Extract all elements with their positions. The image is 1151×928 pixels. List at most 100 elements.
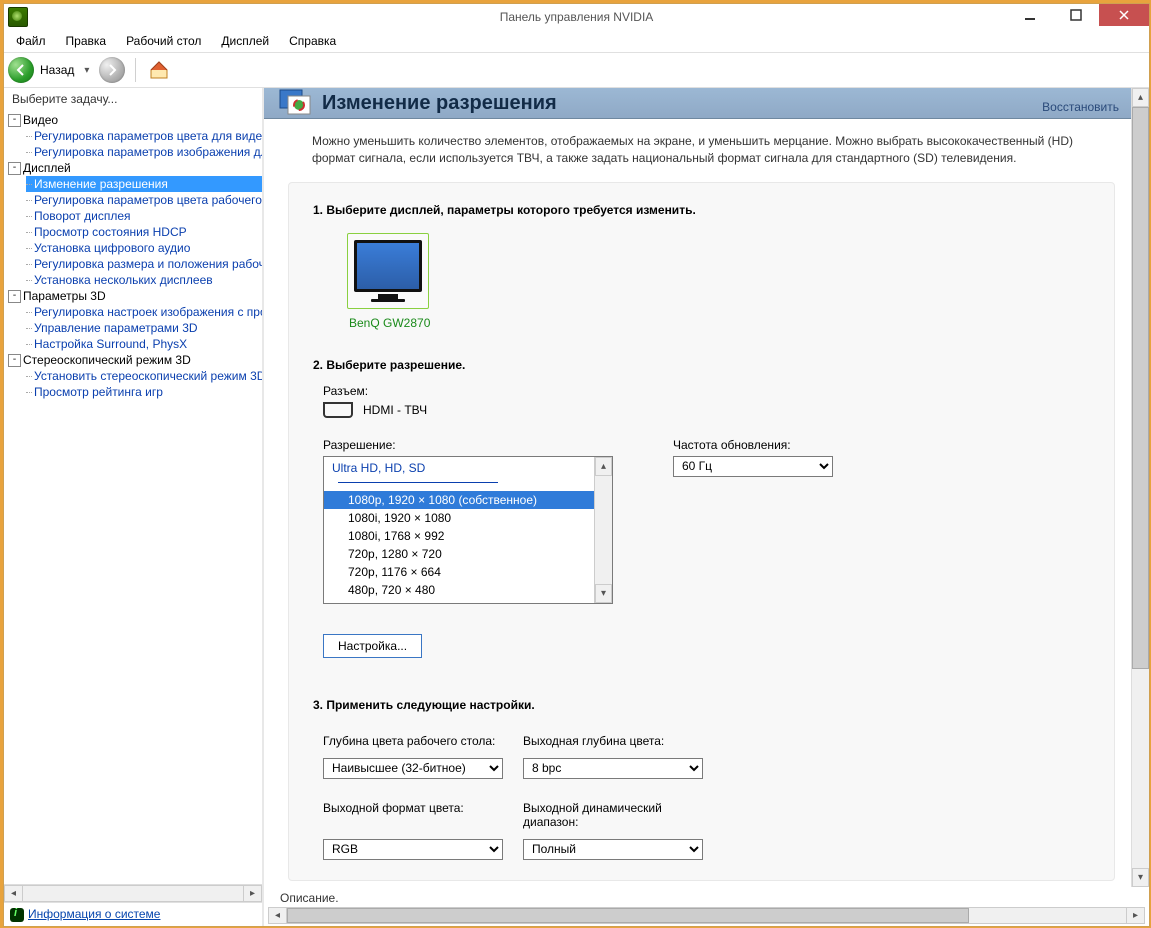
scroll-thumb[interactable] (1132, 107, 1149, 669)
close-button[interactable] (1099, 4, 1149, 26)
display-name: BenQ GW2870 (349, 316, 1090, 330)
restore-link[interactable]: Восстановить (1042, 100, 1119, 114)
menu-help[interactable]: Справка (285, 32, 340, 50)
tree-item-change-resolution[interactable]: Изменение разрешения (26, 176, 262, 192)
dyn-range-select[interactable]: Полный (523, 839, 703, 860)
tree-item[interactable]: Просмотр рейтинга игр (26, 384, 262, 400)
scroll-track[interactable] (23, 885, 243, 902)
window-title: Панель управления NVIDIA (4, 10, 1149, 24)
tree-hscrollbar[interactable]: ◂ ▸ (4, 884, 262, 902)
toolbar-separator (135, 58, 136, 82)
settings-panel: 1. Выберите дисплей, параметры которого … (288, 182, 1115, 881)
tree-item[interactable]: Установить стереоскопический режим 3D (26, 368, 262, 384)
content-vscrollbar[interactable]: ▴ ▾ (1131, 88, 1149, 887)
home-button[interactable] (146, 57, 172, 83)
scroll-right-icon[interactable]: ▸ (243, 885, 262, 902)
scroll-down-icon[interactable]: ▾ (1132, 868, 1149, 887)
menubar: Файл Правка Рабочий стол Дисплей Справка (4, 30, 1149, 53)
info-icon (10, 908, 24, 922)
menu-edit[interactable]: Правка (62, 32, 111, 50)
tree-item[interactable]: Поворот дисплея (26, 208, 262, 224)
back-label: Назад (40, 63, 74, 77)
tree-item[interactable]: Установка нескольких дисплеев (26, 272, 262, 288)
step2-title: 2. Выберите разрешение. (313, 358, 1090, 372)
scroll-right-icon[interactable]: ▸ (1126, 907, 1145, 924)
step1-title: 1. Выберите дисплей, параметры которого … (313, 203, 1090, 217)
resolution-option[interactable]: 480p, 720 × 480 (324, 581, 594, 599)
tree-item[interactable]: Регулировка параметров изображения для в… (26, 144, 262, 160)
description-section-label: Описание. (264, 887, 1149, 907)
menu-desktop[interactable]: Рабочий стол (122, 32, 205, 50)
color-depth-label: Глубина цвета рабочего стола: (323, 734, 503, 748)
menu-display[interactable]: Дисплей (217, 32, 273, 50)
scroll-up-icon[interactable]: ▴ (1132, 88, 1149, 107)
task-tree-title: Выберите задачу... (4, 88, 262, 110)
tree-cat-video[interactable]: Видео (23, 113, 58, 127)
refresh-rate-select[interactable]: 60 Гц (673, 456, 833, 477)
task-tree-panel: Выберите задачу... -Видео Регулировка па… (4, 88, 264, 926)
minimize-button[interactable] (1007, 4, 1053, 26)
monitor-icon (354, 240, 422, 292)
resolution-group-header: PC (324, 599, 594, 603)
page-header: Изменение разрешения Восстановить (264, 88, 1131, 119)
color-depth-select[interactable]: Наивысшее (32-битное) (323, 758, 503, 779)
resolution-group-header: Ultra HD, HD, SD (324, 457, 594, 491)
menu-file[interactable]: Файл (12, 32, 50, 50)
toolbar: Назад ▾ (4, 53, 1149, 88)
scroll-thumb[interactable] (287, 908, 969, 923)
output-depth-select[interactable]: 8 bpc (523, 758, 703, 779)
page-description: Можно уменьшить количество элементов, от… (264, 119, 1131, 178)
maximize-button[interactable] (1053, 4, 1099, 26)
scroll-left-icon[interactable]: ◂ (268, 907, 287, 924)
expander-icon[interactable]: - (8, 354, 21, 367)
chevron-down-icon[interactable]: ▾ (84, 65, 89, 76)
monitor-icon (278, 88, 312, 118)
resolution-listbox[interactable]: Ultra HD, HD, SD 1080p, 1920 × 1080 (соб… (323, 456, 613, 604)
dyn-range-label: Выходной динамический диапазон: (523, 801, 703, 829)
color-format-label: Выходной формат цвета: (323, 801, 503, 829)
connector-value: HDMI - ТВЧ (363, 403, 427, 417)
scroll-left-icon[interactable]: ◂ (4, 885, 23, 902)
tree-item[interactable]: Регулировка размера и положения рабочего… (26, 256, 262, 272)
customize-button[interactable]: Настройка... (323, 634, 422, 658)
resolution-option[interactable]: 720p, 1280 × 720 (324, 545, 594, 563)
color-format-select[interactable]: RGB (323, 839, 503, 860)
arrow-left-icon (8, 57, 34, 83)
expander-icon[interactable]: - (8, 290, 21, 303)
scroll-down-icon[interactable]: ▾ (595, 584, 612, 603)
forward-button[interactable] (99, 57, 125, 83)
display-tile[interactable] (347, 233, 429, 309)
scroll-up-icon[interactable]: ▴ (595, 457, 612, 476)
tree-item[interactable]: Просмотр состояния HDCP (26, 224, 262, 240)
expander-icon[interactable]: - (8, 162, 21, 175)
content-panel: Изменение разрешения Восстановить Можно … (264, 88, 1149, 926)
system-info-link[interactable]: Информация о системе (28, 907, 160, 921)
resolution-option[interactable]: 1080i, 1768 × 992 (324, 527, 594, 545)
step3-title: 3. Применить следующие настройки. (313, 698, 1090, 712)
resolution-option[interactable]: 720p, 1176 × 664 (324, 563, 594, 581)
task-tree: -Видео Регулировка параметров цвета для … (4, 110, 262, 884)
tree-item[interactable]: Регулировка параметров цвета для видео (26, 128, 262, 144)
tree-item[interactable]: Настройка Surround, PhysX (26, 336, 262, 352)
tree-item[interactable]: Регулировка параметров цвета рабочего ст… (26, 192, 262, 208)
expander-icon[interactable]: - (8, 114, 21, 127)
listbox-vscrollbar[interactable]: ▴ ▾ (594, 457, 612, 603)
back-button[interactable]: Назад ▾ (8, 56, 95, 84)
hdmi-icon (323, 402, 353, 418)
output-depth-label: Выходная глубина цвета: (523, 734, 703, 748)
resolution-option[interactable]: 1080p, 1920 × 1080 (собственное) (324, 491, 594, 509)
resolution-option[interactable]: 1080i, 1920 × 1080 (324, 509, 594, 527)
tree-item[interactable]: Установка цифрового аудио (26, 240, 262, 256)
content-hscrollbar[interactable]: ◂ ▸ (268, 907, 1145, 924)
titlebar: Панель управления NVIDIA (4, 4, 1149, 30)
tree-cat-3d[interactable]: Параметры 3D (23, 289, 106, 303)
refresh-label: Частота обновления: (673, 438, 833, 452)
resolution-label: Разрешение: (323, 438, 613, 452)
system-info-link-row: Информация о системе (4, 902, 262, 926)
nvidia-app-icon (8, 7, 28, 27)
tree-cat-stereo[interactable]: Стереоскопический режим 3D (23, 353, 191, 367)
tree-item[interactable]: Управление параметрами 3D (26, 320, 262, 336)
tree-cat-display[interactable]: Дисплей (23, 161, 71, 175)
page-title: Изменение разрешения (322, 92, 557, 115)
tree-item[interactable]: Регулировка настроек изображения с просм… (26, 304, 262, 320)
